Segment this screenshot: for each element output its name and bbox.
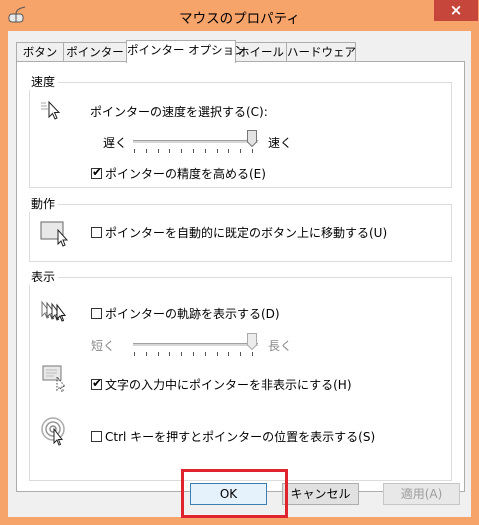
slider-tick: [228, 352, 230, 356]
ok-button-highlight: [181, 469, 288, 518]
snap-to-button-icon: [40, 219, 72, 250]
speed-slider-track[interactable]: [133, 140, 258, 143]
trails-slider-track[interactable]: [133, 343, 258, 346]
pointer-speed-icon: [40, 99, 66, 126]
checkmark-icon: ✔: [92, 165, 103, 179]
speed-label: ポインターの速度を選択する(C):: [90, 105, 268, 119]
motion-group: 速度 ポインターの速度を選択する(C): 遅く 速く ✔ ポインターの精度を高め…: [28, 73, 452, 188]
slider-tick: [145, 352, 147, 356]
trails-label: ポインターの軌跡を表示する(D): [105, 307, 280, 321]
slider-tick: [181, 149, 183, 153]
window-title: マウスのプロパティ: [179, 11, 300, 27]
fast-label: 速く: [268, 136, 293, 150]
snap-label: ポインターを自動的に既定のボタン上に移動する(U): [105, 226, 388, 240]
pointer-trails-icon: [40, 300, 70, 327]
slider-tick: [169, 149, 171, 153]
slider-tick: [216, 149, 218, 153]
trails-checkbox[interactable]: [91, 308, 102, 319]
tab-buttons[interactable]: ボタン: [16, 42, 64, 61]
visibility-group-title: 表示: [28, 268, 59, 285]
slider-tick: [252, 352, 253, 356]
dialog-client-area: ボタン ポインター ポインター オプション ホイール ハードウェア 速度 ポイン…: [8, 31, 471, 517]
trails-slider-thumb[interactable]: [247, 333, 257, 351]
slider-tick: [157, 149, 159, 153]
visibility-group: 表示 ポインターの軌跡を表示する(D) 短く 長く ✔ 文字の入力中にポインター…: [28, 268, 452, 481]
hide-while-typing-label: 文字の入力中にポインターを非表示にする(H): [105, 378, 352, 392]
slider-tick: [157, 352, 159, 356]
checkmark-icon: ✔: [92, 376, 103, 390]
slider-tick: [240, 352, 242, 356]
mouse-properties-window: マウスのプロパティ × ボタン ポインター ポインター オプション ホイール ハ…: [0, 0, 479, 525]
hide-while-typing-checkbox[interactable]: ✔: [91, 376, 103, 390]
tab-hardware[interactable]: ハードウェア: [286, 42, 356, 61]
title-bar[interactable]: マウスのプロパティ ×: [0, 0, 479, 32]
slider-tick: [216, 352, 218, 356]
motion-group-title: 速度: [28, 73, 59, 90]
tab-panel-pointer-options: 速度 ポインターの速度を選択する(C): 遅く 速く ✔ ポインターの精度を高め…: [16, 61, 465, 492]
short-label: 短く: [91, 339, 116, 353]
slider-tick: [193, 149, 194, 153]
show-location-checkbox[interactable]: [91, 431, 102, 442]
slider-tick: [134, 149, 135, 153]
precision-label: ポインターの精度を高める(E): [105, 167, 266, 181]
tab-pointers[interactable]: ポインター: [63, 42, 127, 61]
slow-label: 遅く: [103, 136, 128, 150]
close-button[interactable]: ×: [434, 0, 478, 21]
snap-group: 動作 ポインターを自動的に既定のボタン上に移動する(U): [28, 195, 452, 262]
show-location-icon: [40, 416, 70, 451]
slider-tick: [181, 352, 183, 356]
snap-checkbox[interactable]: [91, 227, 102, 238]
slider-tick: [252, 149, 253, 153]
long-label: 長く: [268, 339, 293, 353]
apply-button[interactable]: 適用(A): [383, 483, 460, 505]
slider-tick: [169, 352, 171, 356]
slider-tick: [193, 352, 194, 356]
snap-group-title: 動作: [28, 195, 59, 212]
tab-pointer-options[interactable]: ポインター オプション: [126, 40, 246, 63]
slider-tick: [240, 149, 242, 153]
slider-tick: [145, 149, 147, 153]
precision-checkbox[interactable]: ✔: [91, 165, 103, 179]
cancel-button[interactable]: キャンセル: [282, 483, 359, 505]
slider-tick: [228, 149, 230, 153]
speed-slider-thumb[interactable]: [247, 130, 257, 148]
slider-tick: [204, 352, 206, 356]
hide-pointer-icon: [42, 365, 70, 396]
show-location-label: Ctrl キーを押すとポインターの位置を表示する(S): [105, 430, 376, 444]
slider-tick: [204, 149, 206, 153]
slider-tick: [134, 352, 135, 356]
